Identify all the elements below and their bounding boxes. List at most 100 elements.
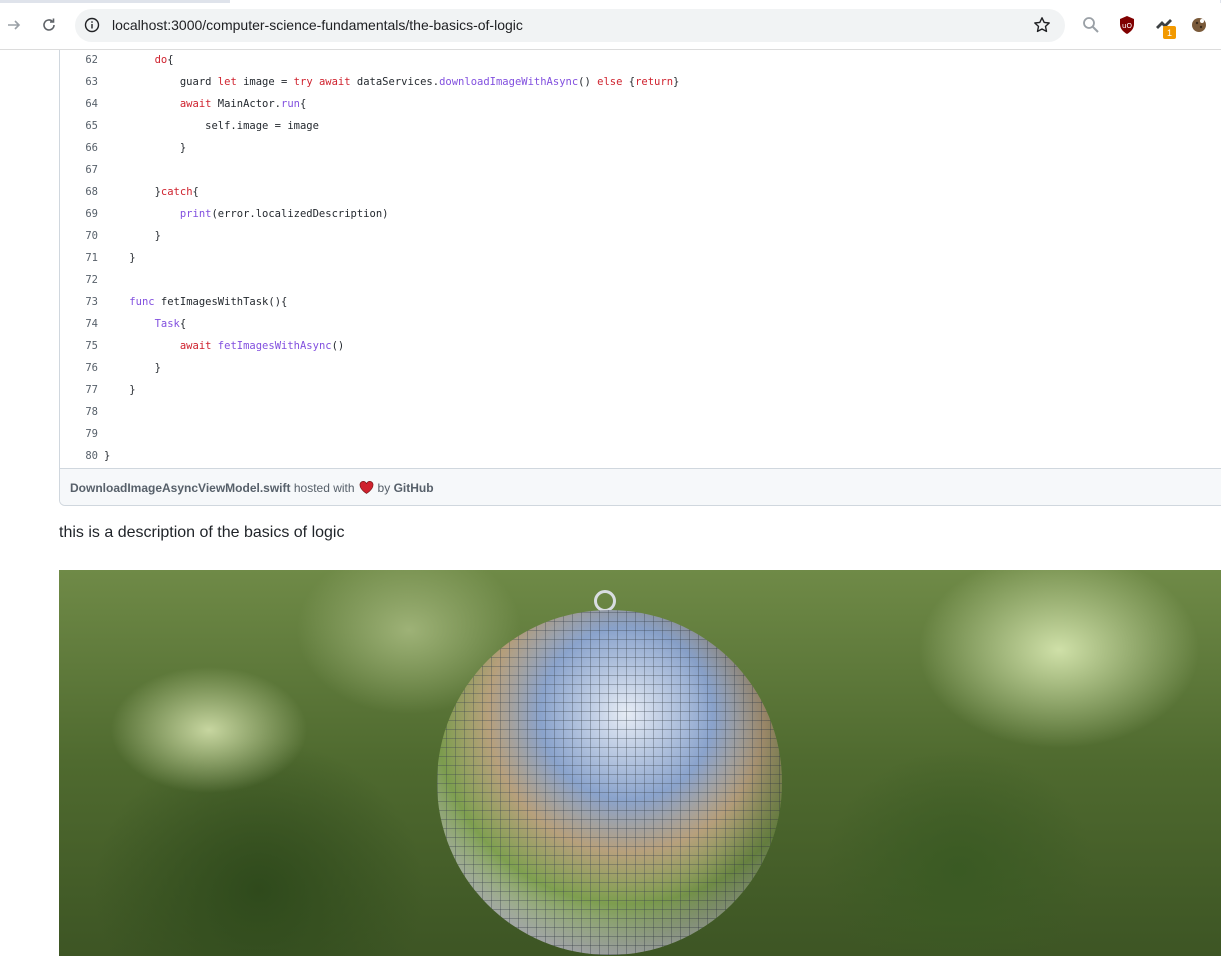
- code-token: try: [293, 76, 313, 88]
- line-code: func fetImagesWithTask(){: [104, 296, 287, 308]
- code-line: 76 }: [60, 358, 1221, 380]
- code-block: 62 do{63 guard let image = try await dat…: [60, 50, 1221, 468]
- ublock-shield-icon[interactable]: uO: [1117, 15, 1137, 35]
- post-description: this is a description of the basics of l…: [59, 524, 345, 541]
- ball-hook: [594, 590, 616, 612]
- cookie-extension-icon[interactable]: [1189, 15, 1209, 35]
- line-number: 70: [85, 230, 98, 242]
- line-number: 79: [85, 428, 98, 440]
- code-line: 71 }: [60, 248, 1221, 270]
- line-number: 76: [85, 362, 98, 374]
- line-number: 74: [85, 318, 98, 330]
- code-line: 63 guard let image = try await dataServi…: [60, 72, 1221, 94]
- code-token: }: [104, 362, 161, 374]
- code-token: {: [167, 54, 174, 66]
- line-number: 65: [85, 120, 98, 132]
- code-line: 65 self.image = image: [60, 116, 1221, 138]
- line-code: await fetImagesWithAsync(): [104, 340, 344, 352]
- line-number: 72: [85, 274, 98, 286]
- line-number: 63: [85, 76, 98, 88]
- site-info-icon[interactable]: [83, 16, 101, 34]
- heart-icon: [359, 481, 374, 494]
- code-token: (): [331, 340, 345, 352]
- code-line: 77 }: [60, 380, 1221, 402]
- line-number: 67: [85, 164, 98, 176]
- address-bar[interactable]: localhost:3000/computer-science-fundamen…: [75, 9, 1065, 42]
- line-number: 62: [85, 54, 98, 66]
- disco-ball-photo: [59, 570, 1221, 956]
- code-token: self.image = image: [104, 120, 319, 132]
- line-number: 77: [85, 384, 98, 396]
- code-line: 62 do{: [60, 50, 1221, 72]
- code-token: image =: [236, 76, 294, 88]
- code-line: 80}: [60, 446, 1221, 468]
- line-number: 78: [85, 406, 98, 418]
- line-code: self.image = image: [104, 120, 319, 132]
- reload-button[interactable]: [37, 13, 61, 37]
- code-token: }: [104, 252, 136, 264]
- github-link[interactable]: GitHub: [394, 481, 434, 495]
- bookmark-star-icon[interactable]: [1033, 16, 1051, 34]
- code-token: fetImagesWithAsync: [217, 340, 332, 352]
- line-code: Task{: [104, 318, 187, 330]
- code-token: }: [104, 230, 161, 242]
- code-line: 74 Task{: [60, 314, 1221, 336]
- code-token: let: [217, 76, 237, 88]
- code-token: {: [299, 98, 307, 110]
- line-code: print(error.localizedDescription): [104, 208, 389, 220]
- code-line: 64 await MainActor.run{: [60, 94, 1221, 116]
- gist-file-link[interactable]: DownloadImageAsyncViewModel.swift: [70, 481, 291, 495]
- browser-toolbar: localhost:3000/computer-science-fundamen…: [0, 0, 1221, 50]
- forward-button[interactable]: [2, 13, 26, 37]
- code-token: print: [179, 208, 212, 220]
- code-line: 79: [60, 424, 1221, 446]
- code-token: guard: [104, 76, 218, 88]
- code-token: fetImagesWithTask(){: [154, 296, 288, 308]
- code-line: 68 }catch{: [60, 182, 1221, 204]
- code-token: catch: [160, 186, 193, 198]
- extension-badge: 1: [1163, 26, 1176, 39]
- code-token: {: [622, 76, 636, 88]
- code-line: 78: [60, 402, 1221, 424]
- code-line: 67: [60, 160, 1221, 182]
- reload-icon: [43, 18, 55, 31]
- line-code: }: [104, 230, 161, 242]
- line-code: guard let image = try await dataServices…: [104, 76, 680, 88]
- code-token: }: [104, 142, 187, 154]
- code-token: }: [104, 384, 136, 396]
- code-token: await: [179, 98, 212, 110]
- url-text[interactable]: localhost:3000/computer-science-fundamen…: [112, 17, 523, 33]
- line-number: 80: [85, 450, 98, 462]
- by-text: by: [377, 480, 391, 495]
- line-code: }catch{: [104, 186, 199, 198]
- disco-ball: [437, 610, 782, 955]
- gist-embed: 62 do{63 guard let image = try await dat…: [59, 50, 1221, 506]
- line-code: await MainActor.run{: [104, 98, 306, 110]
- code-token: func: [129, 296, 155, 308]
- code-token: }: [104, 450, 111, 462]
- line-code: }: [104, 362, 161, 374]
- search-extension-icon[interactable]: [1081, 15, 1101, 35]
- line-number: 75: [85, 340, 98, 352]
- code-line: 72: [60, 270, 1221, 292]
- line-code: }: [104, 252, 136, 264]
- gist-footer: DownloadImageAsyncViewModel.swift hosted…: [60, 468, 1221, 505]
- code-token: await: [179, 340, 212, 352]
- svg-text:uO: uO: [1122, 22, 1132, 30]
- code-token: downloadImageWithAsync: [439, 76, 579, 88]
- line-code: do{: [104, 54, 174, 66]
- line-number: 69: [85, 208, 98, 220]
- code-line: 70 }: [60, 226, 1221, 248]
- code-token: do: [154, 54, 168, 66]
- arrow-right-icon: [8, 20, 21, 30]
- code-token: }: [673, 76, 680, 88]
- line-code: }: [104, 384, 136, 396]
- code-token: }: [104, 186, 161, 198]
- extension-puzzle-icon[interactable]: 1: [1154, 15, 1176, 39]
- code-token: (): [578, 76, 598, 88]
